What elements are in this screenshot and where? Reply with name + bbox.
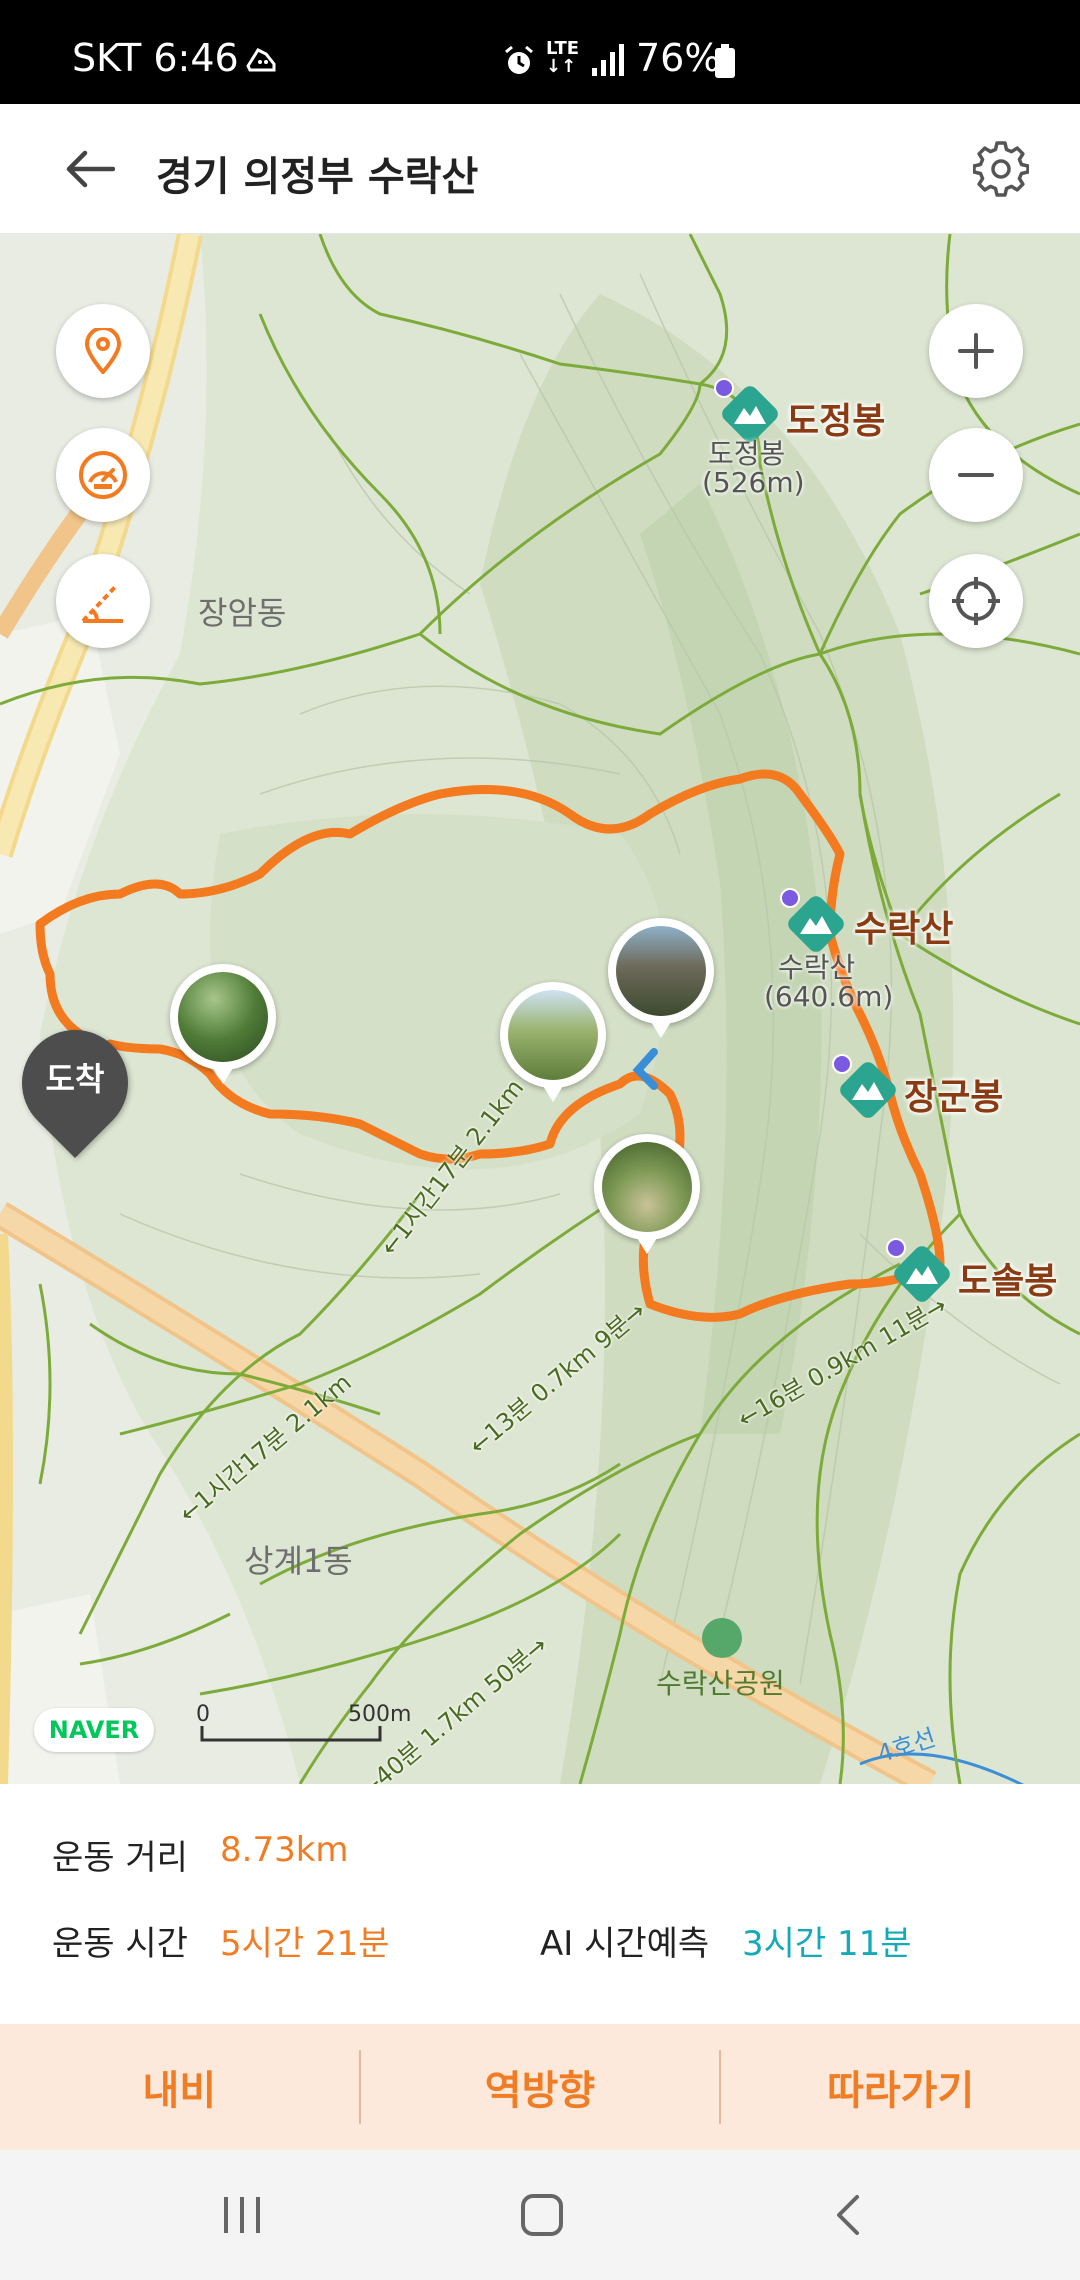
settings-button[interactable] [968, 136, 1034, 202]
gear-icon [973, 141, 1029, 197]
peak-badge-icon [832, 1054, 852, 1074]
peak-marker-janggun[interactable] [832, 1054, 898, 1124]
scale-bar [200, 1726, 382, 1742]
speedometer-icon [79, 451, 127, 499]
peak-marker-dosol[interactable] [886, 1238, 952, 1308]
status-bar: SKT 6:46 LTE ↓↑ 76% [0, 0, 1080, 104]
plus-icon [958, 333, 994, 369]
recents-button[interactable] [202, 2180, 282, 2250]
area-label-sanggye: 상계1동 [244, 1542, 353, 1580]
peak-label-janggun: 장군봉 [904, 1077, 1004, 1118]
distance-value: 8.73km [220, 1830, 349, 1870]
time-label: 운동 시간 [52, 1924, 188, 1964]
chevron-left-icon [837, 2195, 859, 2235]
signal-icon [590, 44, 626, 80]
peak-label-dosol: 도솔봉 [958, 1261, 1058, 1302]
area-label-jangam: 장암동 [198, 594, 287, 632]
peak-badge-icon [780, 888, 800, 908]
arrival-label: 도착 [45, 1060, 105, 1098]
location-pin-button[interactable] [56, 304, 150, 398]
zoom-out-button[interactable] [929, 428, 1023, 522]
navi-button[interactable]: 내비 [0, 2024, 359, 2150]
photo-thumbnail [616, 926, 706, 1016]
zoom-in-button[interactable] [929, 304, 1023, 398]
home-icon [521, 2194, 563, 2236]
shoe-icon [244, 40, 280, 80]
distance-label: 운동 거리 [52, 1838, 188, 1878]
page-title: 경기 의정부 수락산 [156, 154, 479, 200]
reverse-button[interactable]: 역방향 [361, 2024, 720, 2150]
stats-panel: 운동 거리 8.73km 운동 시간 5시간 21분 AI 시간예측 3시간 1… [0, 1784, 1080, 2024]
time-value: 5시간 21분 [220, 1924, 390, 1964]
map-view[interactable]: 장암동 상계1동 수락산공원 4호선 ←1시간17분 2.1km ←1시간17분… [0, 234, 1080, 1784]
peak-label-dojeong: 도정봉 [786, 401, 886, 442]
home-button[interactable] [502, 2180, 582, 2250]
alarm-icon [502, 44, 536, 82]
app-header: 경기 의정부 수락산 [0, 104, 1080, 234]
photo-marker-4[interactable] [594, 1134, 700, 1254]
peak-badge-icon [714, 378, 734, 398]
crosshair-icon [952, 577, 1000, 625]
naver-logo: NAVER [34, 1708, 154, 1752]
photo-marker-2[interactable] [500, 982, 606, 1102]
system-nav-bar [0, 2150, 1080, 2280]
slope-button[interactable] [56, 554, 150, 648]
arrow-left-icon [66, 150, 115, 188]
slope-icon [81, 583, 123, 623]
photo-marker-1[interactable] [170, 964, 276, 1084]
ai-time-value: 3시간 11분 [742, 1924, 912, 1964]
recents-icon [224, 2197, 260, 2233]
back-button[interactable] [56, 136, 122, 202]
peak-sublabel-surak-2: (640.6m) [764, 980, 894, 1013]
battery-icon [714, 44, 736, 82]
peak-sublabel-dojeong-2: (526m) [702, 466, 805, 499]
area-label-park: 수락산공원 [656, 1667, 785, 1700]
speedometer-button[interactable] [56, 428, 150, 522]
lte-icon: LTE ↓↑ [546, 38, 580, 77]
peak-badge-icon [886, 1238, 906, 1258]
carrier-time: SKT 6:46 [72, 36, 239, 80]
photo-thumbnail [178, 972, 268, 1062]
peak-label-surak: 수락산 [854, 909, 954, 950]
action-bar: 내비 역방향 따라가기 [0, 2024, 1080, 2150]
photo-thumbnail [508, 990, 598, 1080]
minus-icon [958, 473, 994, 477]
current-location-button[interactable] [929, 554, 1023, 648]
battery-percent: 76% [636, 36, 721, 80]
photo-marker-3[interactable] [608, 918, 714, 1038]
location-pin-icon [84, 328, 122, 374]
back-nav-button[interactable] [808, 2180, 888, 2250]
follow-button[interactable]: 따라가기 [721, 2024, 1080, 2150]
ai-time-label: AI 시간예측 [540, 1924, 710, 1964]
park-icon [702, 1618, 742, 1658]
photo-thumbnail [602, 1142, 692, 1232]
